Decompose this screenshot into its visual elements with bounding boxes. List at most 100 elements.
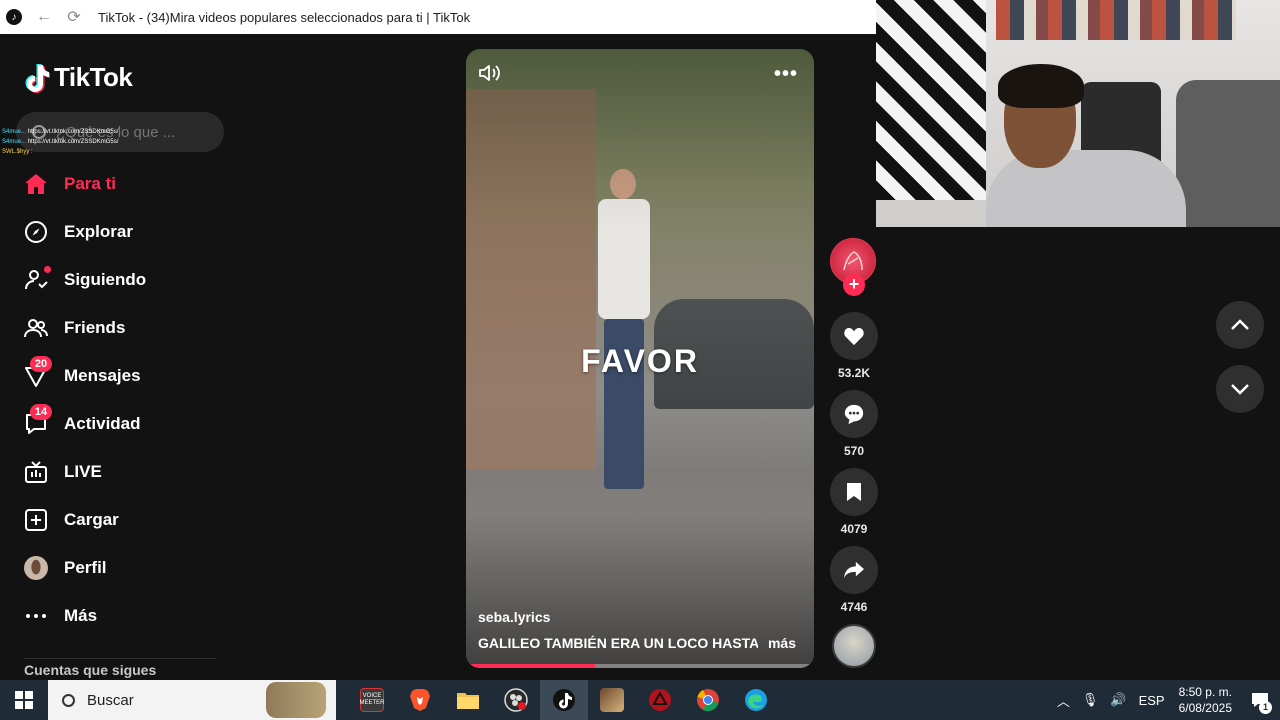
chrome-icon[interactable] (684, 680, 732, 720)
language-indicator[interactable]: ESP (1139, 693, 1165, 708)
following-icon (24, 266, 51, 292)
chat-line: SWL.$hyy : (2, 149, 33, 155)
reload-icon[interactable]: ⟳ (66, 9, 82, 26)
video-progress-bar[interactable] (466, 664, 814, 668)
clock-date: 6/08/2025 (1178, 701, 1232, 715)
follow-button[interactable]: + (843, 274, 865, 296)
sidebar: TikTok S4mue... https://vt.tiktok.com/ZS… (0, 34, 240, 680)
taskbar-clock[interactable]: 8:50 p. m. 6/08/2025 (1179, 684, 1232, 716)
video-description: GALILEO TAMBIÉN ERA UN LOCO HASTA ... (478, 635, 758, 651)
sidebar-item-friends[interactable]: Friends (24, 304, 224, 352)
video-player[interactable]: ••• FAVOR seba.lyrics GALILEO TAMBIÉN ER… (466, 49, 814, 668)
sidebar-item-mensajes[interactable]: 20 Mensajes (24, 352, 224, 400)
share-icon (830, 546, 878, 594)
taskbar-search-icon (62, 693, 75, 707)
save-count: 4079 (840, 522, 868, 536)
microphone-icon[interactable]: 🎙 (1082, 692, 1099, 708)
tiktok-note-icon (25, 63, 50, 93)
previous-video-button[interactable] (1216, 301, 1264, 349)
windows-logo-icon (15, 691, 33, 709)
edge-icon[interactable] (732, 680, 780, 720)
sidebar-item-para-ti[interactable]: Para ti (24, 160, 224, 208)
speaker-icon[interactable]: 🔊 (1110, 692, 1126, 708)
tiktok-wordmark: TikTok (54, 62, 133, 92)
chevron-up-icon (1231, 319, 1249, 330)
friends-icon (24, 316, 48, 340)
browser-titlebar: ♪ ← ⟳ TikTok - (34)Mira videos populares… (0, 0, 876, 34)
messages-icon: 20 (24, 356, 52, 388)
tiktok-icon[interactable] (540, 680, 588, 720)
like-count: 53.2K (837, 366, 871, 380)
taskbar-search[interactable]: Buscar (48, 680, 336, 720)
sidebar-item-explorar[interactable]: Explorar (24, 208, 224, 256)
share-button[interactable]: 4746 (830, 546, 878, 614)
voicemeeter-icon[interactable]: VOICE MEETER (348, 680, 396, 720)
windows-start-button[interactable] (0, 680, 48, 720)
browser-title: TikTok - (34)Mira videos populares selec… (98, 9, 471, 25)
taskbar-search-placeholder: Buscar (87, 691, 134, 709)
video-actions: + 53.2K 570 4079 4746 (830, 238, 878, 668)
system-tray: ︿ 🎙 🔊 ESP 8:50 p. m. 6/08/2025 1 (1051, 680, 1280, 720)
live-icon (24, 460, 48, 484)
comment-count: 570 (843, 444, 865, 458)
video-lyric-caption: FAVOR (581, 343, 699, 379)
search-highlight-image (266, 682, 326, 718)
webcam-person-hair (998, 64, 1084, 108)
tray-chevron-up-icon[interactable]: ︿ (1057, 691, 1070, 710)
file-explorer-icon[interactable] (444, 680, 492, 720)
upload-icon (24, 508, 48, 532)
webcam-person-hoodie (986, 150, 1186, 227)
sidebar-item-mas[interactable]: Más (24, 592, 224, 640)
app-red-icon[interactable] (636, 680, 684, 720)
webcam-sofa (1176, 80, 1280, 227)
chat-line: S4mue... https://vt.tiktok.com/ZSSDKmG5s… (2, 139, 119, 145)
profile-avatar (24, 556, 48, 580)
video-author[interactable]: seba.lyrics (478, 609, 550, 625)
streamer-webcam (876, 0, 1280, 227)
volume-icon[interactable] (478, 63, 502, 83)
activity-icon: 14 (24, 404, 52, 436)
save-button[interactable]: 4079 (830, 468, 878, 536)
video-progress-fill (466, 664, 595, 668)
chevron-down-icon (1231, 384, 1249, 395)
following-accounts-title: Cuentas que sigues (24, 662, 157, 678)
windows-taskbar: Buscar VOICE MEETER ︿ 🎙 🔊 ESP 8:50 p. m.… (0, 680, 1280, 720)
like-button[interactable]: 53.2K (830, 312, 878, 380)
share-count: 4746 (840, 600, 868, 614)
sidebar-nav: Para ti Explorar Siguiendo Friends 20 Me… (24, 160, 224, 640)
tiktok-favicon-icon: ♪ (6, 9, 22, 25)
more-icon (24, 604, 48, 628)
next-video-button[interactable] (1216, 365, 1264, 413)
activity-badge: 14 (30, 404, 52, 420)
creator-avatar[interactable]: + (830, 238, 878, 296)
tiktok-logo[interactable]: TikTok (24, 62, 133, 93)
stream-chat-overlay: S4mue... https://vt.tiktok.com/ZSSDKmG5s… (2, 127, 118, 157)
comment-icon (830, 390, 878, 438)
webcam-hanging-clothes (996, 0, 1236, 40)
webcam-checker-wall (876, 0, 986, 200)
messages-badge: 20 (30, 356, 52, 372)
comment-button[interactable]: 570 (830, 390, 878, 458)
sidebar-item-cargar[interactable]: Cargar (24, 496, 224, 544)
music-disc-icon[interactable] (832, 624, 876, 668)
bookmark-icon (830, 468, 878, 516)
home-icon (24, 172, 48, 196)
sidebar-item-siguiendo[interactable]: Siguiendo (24, 256, 224, 304)
description-more-link[interactable]: más (768, 635, 796, 651)
compass-icon (24, 220, 48, 244)
sidebar-divider (24, 658, 216, 659)
notification-count: 1 (1259, 701, 1272, 714)
brave-icon[interactable] (396, 680, 444, 720)
notification-center-button[interactable]: 1 (1240, 680, 1280, 720)
chat-line: S4mue... https://vt.tiktok.com/ZSSDKmG5s… (2, 129, 119, 135)
obs-icon[interactable] (492, 680, 540, 720)
sidebar-item-actividad[interactable]: 14 Actividad (24, 400, 224, 448)
game-icon[interactable] (588, 680, 636, 720)
new-content-dot (44, 266, 51, 273)
sidebar-item-perfil[interactable]: Perfil (24, 544, 224, 592)
back-arrow-icon[interactable]: ← (36, 8, 52, 25)
heart-icon (830, 312, 878, 360)
clock-time: 8:50 p. m. (1178, 685, 1232, 699)
video-more-options-icon[interactable]: ••• (774, 63, 798, 86)
sidebar-item-live[interactable]: LIVE (24, 448, 224, 496)
